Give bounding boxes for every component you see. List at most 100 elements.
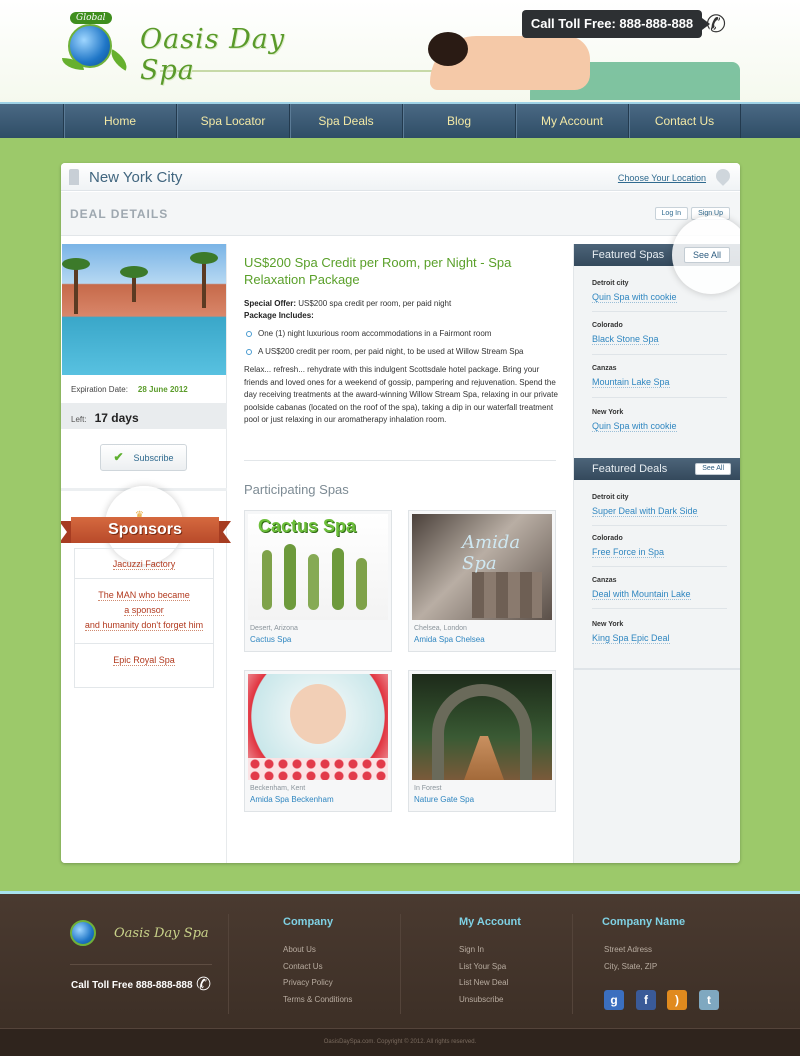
- location-pin-icon[interactable]: [713, 166, 733, 186]
- sponsor-name: and humanity don't forget him: [84, 620, 204, 631]
- package-label: Package Includes:: [244, 311, 314, 320]
- spa-card-name[interactable]: Nature Gate Spa: [414, 795, 474, 804]
- spa-card-name[interactable]: Cactus Spa: [250, 635, 291, 644]
- subscribe-label: Subscribe: [133, 453, 174, 463]
- featured-deal-item: New York King Spa Epic Deal: [592, 621, 727, 646]
- sponsor-link-man[interactable]: The MAN who became a sponsor and humanit…: [75, 588, 213, 633]
- divider: [572, 914, 573, 1014]
- footer-link-about[interactable]: About Us: [283, 945, 316, 954]
- checkmark-icon: ✔: [113, 450, 124, 464]
- featured-sidebar: Featured Spas See All Detroit city Quin S…: [573, 216, 740, 863]
- divider: [592, 397, 727, 398]
- featured-deal-link[interactable]: King Spa Epic Deal: [592, 633, 670, 644]
- photo-overlay-text: Amida Spa: [462, 532, 521, 574]
- expiration-label: Expiration Date:: [71, 385, 128, 394]
- footer-link-list-spa[interactable]: List Your Spa: [459, 962, 506, 971]
- nav-item-contact-us[interactable]: Contact Us: [628, 104, 741, 138]
- spa-card[interactable]: Beckenham, Kent Amida Spa Beckenham: [244, 670, 392, 812]
- footer-company-title: Company: [283, 916, 334, 928]
- subscribe-button[interactable]: ✔ Subscribe: [100, 444, 187, 471]
- current-city: New York City: [89, 169, 183, 186]
- special-offer-line: Special Offer: US$200 spa credit per roo…: [244, 298, 559, 310]
- featured-spa-link[interactable]: Mountain Lake Spa: [592, 377, 670, 388]
- choose-location-link[interactable]: Choose Your Location: [618, 173, 706, 183]
- main-content-panel: New York City Choose Your Location DEAL …: [61, 163, 740, 863]
- footer-call: Call Toll Free 888-888-888: [71, 980, 193, 991]
- deal-sidebar-left: Expiration Date: 28 June 2012 Left: 17 day…: [61, 244, 231, 863]
- spa-card[interactable]: Amida Spa Chelsea, London Amida Spa Chel…: [408, 510, 556, 652]
- sponsor-link-epic-royal[interactable]: Epic Royal Spa: [75, 653, 213, 668]
- hotel-pool-photo: [62, 244, 226, 375]
- site-header: Global Oasis Day Spa Call Toll Free: 888…: [0, 0, 800, 102]
- sponsor-name: Jacuzzi Factory: [112, 559, 176, 570]
- region-label: Detroit city: [592, 494, 629, 501]
- sponsor-name: a sponsor: [124, 605, 164, 616]
- footer-link-terms[interactable]: Terms & Conditions: [283, 995, 352, 1004]
- twitter-icon[interactable]: t: [699, 990, 719, 1010]
- nav-item-spa-locator[interactable]: Spa Locator: [176, 104, 289, 138]
- days-left-row: Left: 17 days: [61, 403, 227, 429]
- featured-deals-title: Featured Deals: [592, 463, 668, 475]
- footer-link-unsubscribe[interactable]: Unsubscribe: [459, 995, 503, 1004]
- days-left-label: Left:: [71, 415, 87, 424]
- footer-link-contact[interactable]: Contact Us: [283, 962, 323, 971]
- divider: [592, 566, 727, 567]
- footer-company-name-title: Company Name: [602, 916, 686, 928]
- sponsor-link-jacuzzi[interactable]: Jacuzzi Factory: [75, 557, 213, 572]
- featured-spa-item: New York Quin Spa with cookie: [592, 409, 727, 434]
- region-label: Colorado: [592, 535, 623, 542]
- spa-card-name[interactable]: Amida Spa Chelsea: [414, 635, 485, 644]
- footer-link-privacy[interactable]: Privacy Policy: [283, 978, 333, 987]
- building-icon: [69, 169, 79, 185]
- featured-deal-link[interactable]: Free Force in Spa: [592, 547, 665, 558]
- divider: [228, 914, 229, 1014]
- photo-overlay-text: Cactus Spa: [258, 516, 357, 536]
- google-plus-icon[interactable]: g: [604, 990, 624, 1010]
- face: [290, 684, 346, 744]
- spa-card[interactable]: In Forest Nature Gate Spa: [408, 670, 556, 812]
- nav-item-spa-deals[interactable]: Spa Deals: [289, 104, 402, 138]
- copyright-text: OasisDaySpa.com. Copyright © 2012. All r…: [323, 1039, 477, 1045]
- nav-item-blog[interactable]: Blog: [402, 104, 515, 138]
- package-bullet: One (1) night luxurious room accommodati…: [244, 328, 559, 340]
- site-logo[interactable]: Global Oasis Day Spa: [62, 10, 342, 86]
- footer-logo[interactable]: Oasis Day Spa: [70, 916, 220, 948]
- amida-spa-photo: Amida Spa: [412, 514, 552, 620]
- login-button[interactable]: Log In: [654, 207, 688, 220]
- nav-item-my-account[interactable]: My Account: [515, 104, 628, 138]
- featured-spa-item: Canzas Mountain Lake Spa: [592, 365, 727, 390]
- divider: [592, 311, 727, 312]
- sponsors-ribbon: Sponsors: [61, 517, 231, 543]
- spa-card-name[interactable]: Amida Spa Beckenham: [250, 795, 334, 804]
- rss-icon[interactable]: ): [667, 990, 687, 1010]
- region-label: Canzas: [592, 365, 617, 372]
- featured-spa-link[interactable]: Quin Spa with cookie: [592, 421, 677, 432]
- spa-card[interactable]: Cactus Spa Desert, Arizona Cactus Spa: [244, 510, 392, 652]
- palm-tree: [190, 252, 218, 308]
- deal-description: Special Offer: US$200 spa credit per roo…: [244, 298, 559, 427]
- featured-deal-link[interactable]: Deal with Mountain Lake: [592, 589, 691, 600]
- region-label: Colorado: [592, 322, 623, 329]
- palm-tree: [62, 258, 90, 314]
- telephone-icon: ✆: [706, 11, 727, 38]
- footer-link-list-deal[interactable]: List New Deal: [459, 978, 508, 987]
- featured-deal-link[interactable]: Super Deal with Dark Side: [592, 506, 698, 517]
- footer-link-sign-in[interactable]: Sign In: [459, 945, 484, 954]
- beckenham-spa-photo: [248, 674, 388, 780]
- see-all-deals-button[interactable]: See All: [695, 463, 731, 475]
- main-nav: Home Spa Locator Spa Deals Blog My Accou…: [0, 102, 800, 138]
- palm-tree: [120, 266, 148, 302]
- divider: [400, 914, 401, 1014]
- see-all-spas-button[interactable]: See All: [683, 247, 730, 263]
- region-label: New York: [592, 621, 624, 628]
- featured-spa-item: Colorado Black Stone Spa: [592, 322, 727, 347]
- divider: [70, 964, 212, 965]
- deal-title: US$200 Spa Credit per Room, per Night - …: [244, 255, 512, 287]
- tiles: [472, 572, 542, 618]
- divider: [592, 354, 727, 355]
- nav-item-home[interactable]: Home: [63, 104, 176, 138]
- featured-spa-link[interactable]: Quin Spa with cookie: [592, 292, 677, 303]
- facebook-icon[interactable]: f: [636, 990, 656, 1010]
- featured-spa-link[interactable]: Black Stone Spa: [592, 334, 659, 345]
- footer-address-street: Street Adress: [604, 945, 653, 954]
